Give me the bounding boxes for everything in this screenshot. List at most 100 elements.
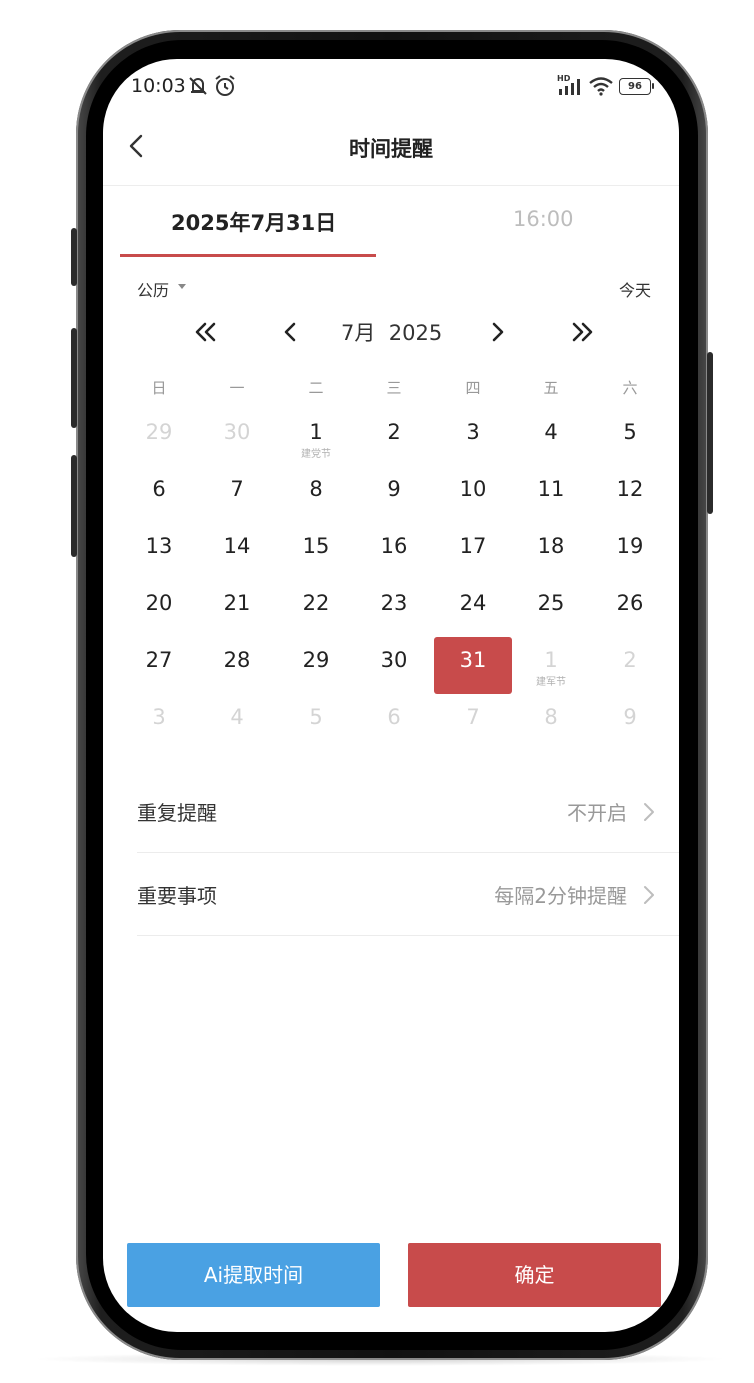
- weekday-sun: 日: [151, 379, 167, 397]
- day-cell[interactable]: 7: [434, 704, 512, 761]
- day-number: 2: [623, 648, 637, 672]
- day-cell[interactable]: 5: [277, 704, 355, 761]
- day-cell[interactable]: 1 建党节: [277, 419, 355, 476]
- day-cell[interactable]: 18: [512, 533, 590, 590]
- day-number: 22: [302, 591, 330, 615]
- day-cell[interactable]: 29: [277, 647, 355, 704]
- signal-icon: [559, 79, 580, 95]
- day-cell[interactable]: 25: [512, 590, 590, 647]
- important-item-value: 每隔2分钟提醒: [494, 884, 627, 908]
- day-cell[interactable]: 9: [355, 476, 433, 533]
- day-cell[interactable]: 17: [434, 533, 512, 590]
- day-number: 8: [309, 477, 323, 501]
- year-label: 2025: [388, 321, 443, 345]
- day-cell[interactable]: 26: [591, 590, 669, 647]
- day-number: 29: [302, 648, 330, 672]
- day-number: 18: [537, 534, 565, 558]
- caret-down-icon: [178, 284, 186, 289]
- ai-extract-time-button[interactable]: Ai提取时间: [127, 1243, 380, 1307]
- calendar-type-selector[interactable]: 公历: [137, 277, 169, 301]
- repeat-reminder-value: 不开启: [567, 801, 627, 825]
- day-number: 3: [152, 705, 166, 729]
- day-cell[interactable]: 22: [277, 590, 355, 647]
- day-cell[interactable]: 14: [198, 533, 276, 590]
- day-number: 24: [459, 591, 487, 615]
- day-cell[interactable]: 11: [512, 476, 590, 533]
- day-cell[interactable]: 9: [591, 704, 669, 761]
- day-cell[interactable]: 16: [355, 533, 433, 590]
- confirm-button[interactable]: 确定: [408, 1243, 661, 1307]
- today-button[interactable]: 今天: [619, 277, 651, 301]
- day-cell[interactable]: 5: [591, 419, 669, 476]
- next-month-button[interactable]: [483, 317, 513, 347]
- day-number: 19: [616, 534, 644, 558]
- tab-date[interactable]: 2025年7月31日: [171, 207, 336, 237]
- weekday-sat: 六: [622, 379, 638, 397]
- day-number: 5: [623, 420, 637, 444]
- day-number: 8: [544, 705, 558, 729]
- day-cell[interactable]: 2: [591, 647, 669, 704]
- day-number: 7: [230, 477, 244, 501]
- repeat-reminder-row[interactable]: 重复提醒 不开启: [137, 771, 679, 853]
- day-cell[interactable]: 29: [120, 419, 198, 476]
- day-cell[interactable]: 10: [434, 476, 512, 533]
- day-number: 31: [459, 648, 487, 672]
- day-cell[interactable]: 1 建军节: [512, 647, 590, 704]
- day-number: 25: [537, 591, 565, 615]
- active-tab-indicator: [120, 254, 376, 257]
- month-label: 7月: [341, 321, 376, 345]
- side-button-power: [707, 352, 713, 514]
- next-year-button[interactable]: [567, 317, 597, 347]
- day-number: 17: [459, 534, 487, 558]
- day-cell[interactable]: 7: [198, 476, 276, 533]
- day-cell[interactable]: 3: [120, 704, 198, 761]
- day-cell[interactable]: 6: [355, 704, 433, 761]
- day-cell[interactable]: 8: [512, 704, 590, 761]
- day-number: 6: [152, 477, 166, 501]
- battery-icon: 96: [619, 78, 651, 95]
- prev-month-button[interactable]: [275, 317, 305, 347]
- repeat-reminder-label: 重复提醒: [137, 801, 217, 825]
- day-cell[interactable]: 19: [591, 533, 669, 590]
- day-cell[interactable]: 13: [120, 533, 198, 590]
- tab-time[interactable]: 16:00: [513, 207, 574, 231]
- day-cell[interactable]: 23: [355, 590, 433, 647]
- day-cell[interactable]: 30: [198, 419, 276, 476]
- day-number: 3: [466, 420, 480, 444]
- day-cell[interactable]: 8: [277, 476, 355, 533]
- header-divider: [103, 185, 679, 186]
- side-button-volume-down: [71, 455, 77, 557]
- day-number: 14: [223, 534, 251, 558]
- alarm-icon: [215, 75, 235, 96]
- day-cell[interactable]: 3: [434, 419, 512, 476]
- holiday-label: 建军节: [536, 677, 566, 688]
- selected-day-cell[interactable]: 31: [434, 637, 512, 704]
- weekday-fri: 五: [543, 379, 559, 397]
- wifi-icon: [589, 77, 613, 96]
- day-number: 10: [459, 477, 487, 501]
- day-number: 15: [302, 534, 330, 558]
- month-year-label: 7月 2025: [341, 317, 442, 347]
- day-cell[interactable]: 2: [355, 419, 433, 476]
- day-number: 4: [544, 420, 558, 444]
- day-cell[interactable]: 4: [512, 419, 590, 476]
- day-number: 12: [616, 477, 644, 501]
- prev-year-button[interactable]: [191, 317, 221, 347]
- day-number: 26: [616, 591, 644, 615]
- day-cell[interactable]: 21: [198, 590, 276, 647]
- day-number: 29: [145, 420, 173, 444]
- day-cell[interactable]: 4: [198, 704, 276, 761]
- day-cell[interactable]: 15: [277, 533, 355, 590]
- row-divider: [137, 852, 679, 853]
- day-number: 28: [223, 648, 251, 672]
- day-number: 9: [623, 705, 637, 729]
- status-time: 10:03: [131, 75, 186, 97]
- day-cell[interactable]: 6: [120, 476, 198, 533]
- important-item-row[interactable]: 重要事项 每隔2分钟提醒: [137, 854, 679, 936]
- day-cell[interactable]: 12: [591, 476, 669, 533]
- day-cell[interactable]: 30: [355, 647, 433, 704]
- day-cell[interactable]: 28: [198, 647, 276, 704]
- day-cell[interactable]: 27: [120, 647, 198, 704]
- page-title: 时间提醒: [349, 137, 433, 161]
- day-cell[interactable]: 20: [120, 590, 198, 647]
